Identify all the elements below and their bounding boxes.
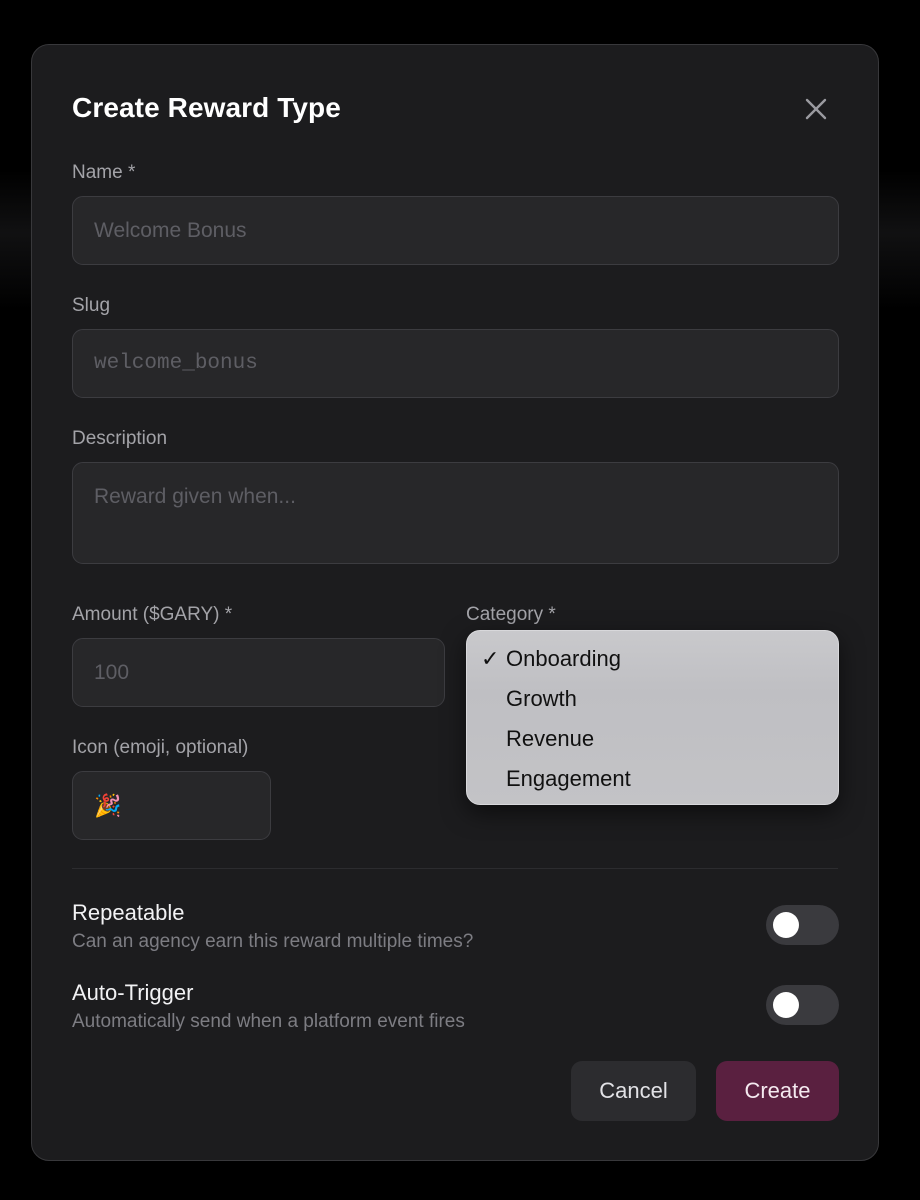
category-option-revenue[interactable]: Revenue bbox=[467, 719, 838, 759]
description-label: Description bbox=[72, 428, 168, 449]
slug-label: Slug bbox=[72, 295, 111, 316]
close-button[interactable] bbox=[802, 95, 830, 123]
auto-trigger-toggle[interactable] bbox=[766, 985, 839, 1025]
name-label: Name * bbox=[72, 162, 136, 183]
category-option-onboarding[interactable]: ✓ Onboarding bbox=[467, 639, 838, 679]
category-option-growth[interactable]: Growth bbox=[467, 679, 838, 719]
icon-label: Icon (emoji, optional) bbox=[72, 737, 249, 758]
icon-input[interactable]: 🎉 bbox=[72, 771, 271, 840]
checkmark-icon: ✓ bbox=[481, 646, 500, 671]
repeatable-title: Repeatable bbox=[72, 900, 185, 925]
amount-input[interactable]: 100 bbox=[72, 638, 445, 707]
cancel-button[interactable]: Cancel bbox=[571, 1061, 696, 1121]
toggle-knob bbox=[773, 912, 799, 938]
category-dropdown-menu[interactable]: ✓ Onboarding Growth Revenue Engagement bbox=[466, 630, 839, 805]
category-option-engagement[interactable]: Engagement bbox=[467, 759, 838, 799]
name-input[interactable]: Welcome Bonus bbox=[72, 196, 839, 265]
toggle-knob bbox=[773, 992, 799, 1018]
create-reward-type-dialog: Create Reward Type Name * Welcome Bonus … bbox=[31, 44, 879, 1161]
repeatable-toggle[interactable] bbox=[766, 905, 839, 945]
slug-input[interactable]: welcome_bonus bbox=[72, 329, 839, 398]
description-textarea[interactable]: Reward given when... bbox=[72, 462, 839, 564]
dialog-title: Create Reward Type bbox=[72, 92, 341, 123]
category-label: Category * bbox=[466, 604, 556, 625]
close-icon bbox=[805, 98, 827, 120]
repeatable-description: Can an agency earn this reward multiple … bbox=[72, 931, 474, 952]
auto-trigger-title: Auto-Trigger bbox=[72, 980, 194, 1005]
amount-label: Amount ($GARY) * bbox=[72, 604, 233, 625]
divider bbox=[72, 868, 838, 869]
create-button[interactable]: Create bbox=[716, 1061, 839, 1121]
auto-trigger-description: Automatically send when a platform event… bbox=[72, 1011, 465, 1032]
